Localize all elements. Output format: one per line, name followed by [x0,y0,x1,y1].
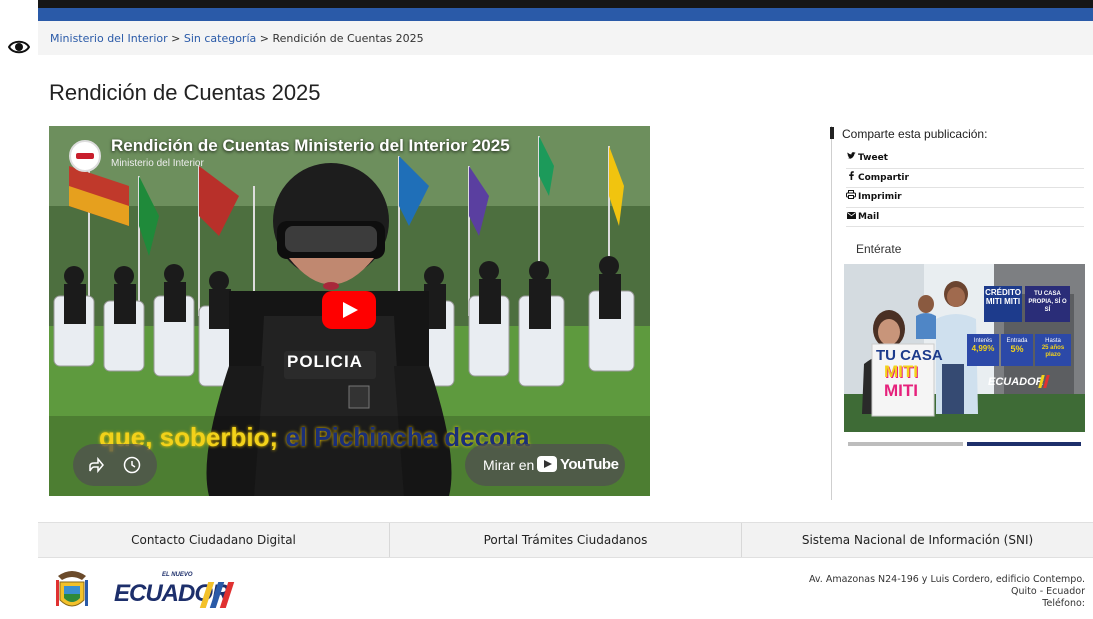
promo-rate-box: Interés 4,99% [967,334,999,366]
video-channel[interactable]: Ministerio del Interior [111,158,204,169]
promo-headline-3: MITI [884,381,918,400]
promo-banner[interactable]: CRÉDITO MITI MITI TU CASA PROPIA, SÍ O S… [844,264,1085,432]
page-title: Rendición de Cuentas 2025 [49,80,321,105]
share-heading-text: Comparte esta publicación: [842,127,988,141]
promo-headline-1: TU CASA [876,347,943,364]
share-list: Tweet Compartir Imprimir Mail [846,149,1084,227]
share-item-label: Tweet [858,153,888,163]
share-tweet-button[interactable]: Tweet [846,149,1084,169]
share-mail-button[interactable]: Mail [846,208,1084,227]
vest-text: POLICIA [287,352,363,371]
share-facebook-button[interactable]: Compartir [846,169,1084,188]
logo-small-text: EL NUEVO [162,572,193,578]
watch-later-icon[interactable] [123,456,141,474]
promo-term-value: 25 años plazo [1041,345,1065,358]
mail-icon [846,208,856,226]
footer-address: Av. Amazonas N24-196 y Luis Cordero, edi… [809,574,1085,610]
promo-term-box: Hasta 25 años plazo [1035,334,1071,366]
share-print-button[interactable]: Imprimir [846,188,1084,208]
twitter-icon [846,149,856,167]
watch-on-label: Mirar en [483,457,535,473]
eye-icon[interactable] [8,39,30,55]
print-icon [846,188,856,206]
facebook-icon [846,169,856,187]
coat-of-arms-icon [56,571,88,607]
breadcrumb: Ministerio del Interior > Sin categoría … [50,32,424,45]
promo-down-box: Entrada 5% [1001,334,1033,366]
youtube-wordmark: YouTube [560,456,619,473]
footer-link-tramites[interactable]: Portal Trámites Ciudadanos [390,523,742,557]
video-subtitle: que, soberbio; el Pichincha decora [99,422,530,453]
breadcrumb-home[interactable]: Ministerio del Interior [50,32,168,45]
enterate-heading: Entérate [856,242,902,256]
carousel-indicator[interactable] [848,442,963,446]
promo-rate-value: 4,99% [971,344,995,353]
top-banner-strip [38,0,1093,8]
footer-link-sni[interactable]: Sistema Nacional de Información (SNI) [742,523,1093,557]
breadcrumb-category[interactable]: Sin categoría [184,32,256,45]
play-button[interactable] [322,291,376,329]
share-item-label: Mail [858,211,880,222]
video-controls-pill [73,444,157,486]
breadcrumb-separator: > [171,32,181,45]
address-line-1: Av. Amazonas N24-196 y Luis Cordero, edi… [808,574,1085,585]
footer-link-contacto[interactable]: Contacto Ciudadano Digital [38,523,390,557]
heading-marker [830,127,834,139]
breadcrumb-bar: Ministerio del Interior > Sin categoría … [38,21,1093,55]
promo-brand-badge: CRÉDITO MITI MITI [984,286,1022,322]
breadcrumb-separator: > [259,32,269,45]
promo-gov-logo: ECUADOR [988,376,1044,388]
video-title[interactable]: Rendición de Cuentas Ministerio del Inte… [111,136,510,156]
share-item-label: Compartir [858,172,909,183]
left-rail [0,0,38,619]
watch-on-youtube-button[interactable]: Mirar en YouTube [465,444,625,486]
share-heading: Comparte esta publicación: [830,127,987,141]
promo-headline-2: MITI [884,362,918,381]
footer-links: Contacto Ciudadano Digital Portal Trámit… [38,522,1093,558]
carousel-indicator-active[interactable] [967,442,1081,446]
share-item-label: Imprimir [858,192,902,202]
breadcrumb-current: Rendición de Cuentas 2025 [272,32,424,45]
youtube-logo-icon [537,456,557,472]
share-icon[interactable] [87,456,105,474]
footer-logo[interactable]: EL NUEVO ECUADOR [52,566,242,619]
promo-down-value: 5% [1010,344,1024,354]
promo-slogan: TU CASA PROPIA, SÍ O SÍ [1025,286,1070,322]
youtube-video-embed[interactable]: Rendición de Cuentas Ministerio del Inte… [49,126,650,496]
address-line-2: Quito - Ecuador [1011,586,1085,597]
sidebar-divider [831,126,832,500]
address-line-3: Teléfono: [1042,598,1085,609]
channel-avatar[interactable] [69,140,101,172]
promo-term-label: Hasta [1045,338,1061,344]
